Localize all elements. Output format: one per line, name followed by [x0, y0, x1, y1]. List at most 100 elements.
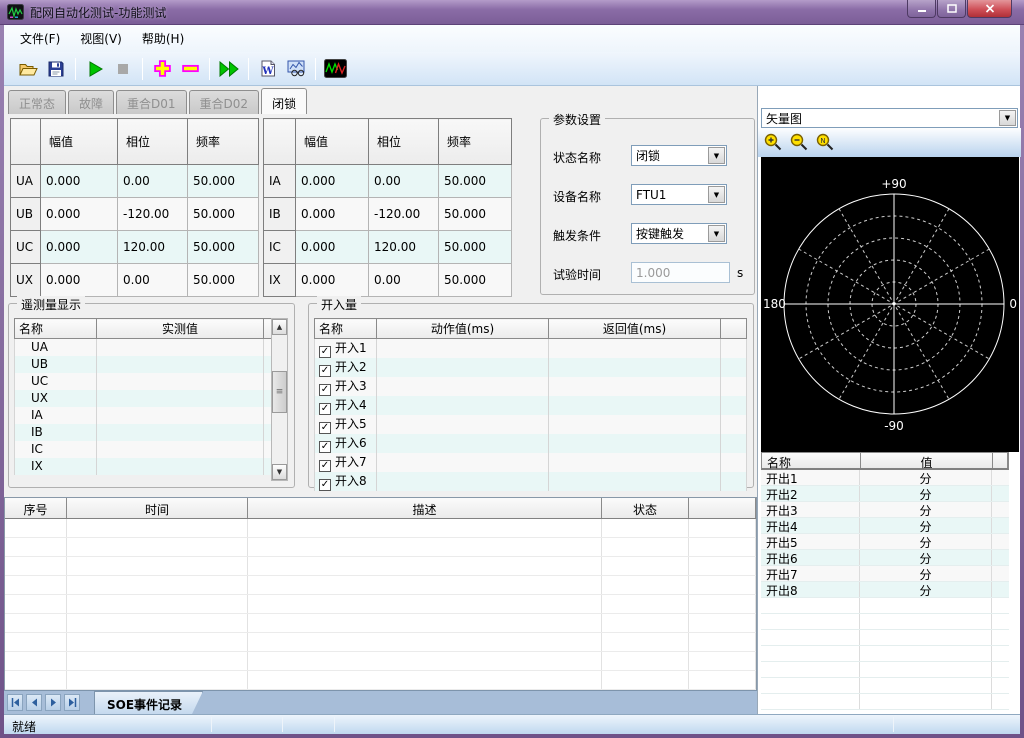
- scrollbar-thumb[interactable]: ≡: [272, 371, 287, 413]
- cell-frequency[interactable]: 50.000: [439, 165, 512, 198]
- cell-frequency[interactable]: 50.000: [188, 231, 259, 264]
- cell-frequency[interactable]: 50.000: [439, 198, 512, 231]
- tab-fault[interactable]: 故障: [68, 90, 114, 114]
- chevron-down-icon[interactable]: ▼: [999, 110, 1016, 126]
- current-table: 幅值 相位 频率 IA 0.000 0.00 50.000 IB 0.000 -…: [263, 118, 512, 297]
- cell-phase[interactable]: -120.00: [369, 198, 439, 231]
- report-preview-button[interactable]: [282, 56, 310, 82]
- close-button[interactable]: [967, 0, 1012, 18]
- cell-phase[interactable]: 120.00: [118, 231, 188, 264]
- toolbar-separator: [142, 58, 143, 80]
- return-value: [549, 377, 721, 396]
- corner-cell: [264, 119, 296, 165]
- menu-help[interactable]: 帮助(H): [132, 26, 194, 51]
- zoom-reset-icon[interactable]: N: [816, 133, 835, 152]
- chevron-down-icon[interactable]: ▼: [708, 147, 725, 164]
- checkbox-checked-icon[interactable]: ✓: [319, 460, 331, 472]
- list-item: ✓开入3: [315, 377, 747, 396]
- add-button[interactable]: [148, 56, 176, 82]
- chevron-down-icon[interactable]: ▼: [708, 225, 725, 242]
- view-selector-combo[interactable]: 矢量图 ▼: [761, 108, 1018, 128]
- checkbox-checked-icon[interactable]: ✓: [319, 384, 331, 396]
- return-value: [549, 415, 721, 434]
- trigger-condition-combo[interactable]: 按键触发 ▼: [631, 223, 727, 244]
- start-test-button[interactable]: [81, 56, 109, 82]
- tab-soe-event-log[interactable]: SOE事件记录: [94, 691, 203, 714]
- list-item: IA: [15, 407, 273, 424]
- measured-value: [97, 373, 264, 390]
- minimize-button[interactable]: [907, 0, 936, 18]
- polar-chart: +90 -90 180 0: [761, 157, 1019, 452]
- chevron-down-icon[interactable]: ▼: [708, 186, 725, 203]
- cell-amplitude[interactable]: 0.000: [296, 165, 369, 198]
- run-all-button[interactable]: [215, 56, 243, 82]
- telemetry-scrollbar[interactable]: ▲ ≡ ▼: [271, 318, 288, 481]
- cell-amplitude[interactable]: 0.000: [41, 165, 118, 198]
- cell-amplitude[interactable]: 0.000: [296, 198, 369, 231]
- state-name-combo[interactable]: 闭锁 ▼: [631, 145, 727, 166]
- scroll-down-icon[interactable]: ▼: [272, 464, 287, 480]
- last-page-button[interactable]: [64, 694, 80, 711]
- cell-frequency[interactable]: 50.000: [439, 231, 512, 264]
- cell-phase[interactable]: 120.00: [369, 231, 439, 264]
- device-name-combo[interactable]: FTU1 ▼: [631, 184, 727, 205]
- table-row: UC 0.000 120.00 50.000: [11, 231, 259, 264]
- first-page-button[interactable]: [7, 694, 23, 711]
- save-button[interactable]: [42, 56, 70, 82]
- maximize-button[interactable]: [937, 0, 966, 18]
- cell-frequency[interactable]: 50.000: [188, 165, 259, 198]
- measured-value: [97, 339, 264, 356]
- cell-amplitude[interactable]: 0.000: [41, 264, 118, 297]
- cell-phase[interactable]: 0.00: [118, 165, 188, 198]
- cell-frequency[interactable]: 50.000: [439, 264, 512, 297]
- checkbox-checked-icon[interactable]: ✓: [319, 441, 331, 453]
- scroll-up-icon[interactable]: ▲: [272, 319, 287, 335]
- next-page-button[interactable]: [45, 694, 61, 711]
- cell-phase[interactable]: -120.00: [118, 198, 188, 231]
- test-time-input[interactable]: [631, 262, 730, 283]
- col-measured-value: 实测值: [97, 319, 264, 339]
- menu-file[interactable]: 文件(F): [10, 26, 70, 51]
- status-ready-text: 就绪: [12, 718, 36, 735]
- cell-amplitude[interactable]: 0.000: [41, 198, 118, 231]
- stop-test-button[interactable]: [109, 56, 137, 82]
- cell-frequency[interactable]: 50.000: [188, 198, 259, 231]
- checkbox-checked-icon[interactable]: ✓: [319, 403, 331, 415]
- col-time: 时间: [67, 498, 248, 518]
- zoom-in-icon[interactable]: [764, 133, 783, 152]
- checkbox-checked-icon[interactable]: ✓: [319, 422, 331, 434]
- cell-amplitude[interactable]: 0.000: [41, 231, 118, 264]
- voltage-table: 幅值 相位 频率 UA 0.000 0.00 50.000 UB 0.000 -…: [10, 118, 259, 297]
- word-report-button[interactable]: W: [254, 56, 282, 82]
- list-item: 开出6分: [761, 550, 1009, 566]
- empty-row: [761, 646, 1009, 662]
- minus-icon: [181, 59, 200, 78]
- cell-phase[interactable]: 0.00: [369, 264, 439, 297]
- cell-phase[interactable]: 0.00: [369, 165, 439, 198]
- statusbar-separator: [893, 717, 894, 732]
- svg-text:N: N: [820, 137, 825, 145]
- list-item: ✓开入4: [315, 396, 747, 415]
- cell-frequency[interactable]: 50.000: [188, 264, 259, 297]
- waveform-button[interactable]: [321, 56, 349, 82]
- cell-phase[interactable]: 0.00: [118, 264, 188, 297]
- cell-amplitude[interactable]: 0.000: [296, 231, 369, 264]
- empty-row: [761, 662, 1009, 678]
- polar-label-left: 180: [763, 297, 786, 311]
- tab-lockout[interactable]: 闭锁: [261, 88, 307, 114]
- open-button[interactable]: [14, 56, 42, 82]
- col-name: 名称: [762, 453, 861, 468]
- zoom-out-icon[interactable]: [790, 133, 809, 152]
- remove-button[interactable]: [176, 56, 204, 82]
- tab-reclose-d01[interactable]: 重合D01: [116, 90, 187, 114]
- list-item: UX: [15, 390, 273, 407]
- menu-view[interactable]: 视图(V): [70, 26, 132, 51]
- prev-page-button[interactable]: [26, 694, 42, 711]
- tab-normal-state[interactable]: 正常态: [8, 90, 66, 114]
- checkbox-checked-icon[interactable]: ✓: [319, 346, 331, 358]
- do-value: 分: [860, 566, 992, 581]
- checkbox-checked-icon[interactable]: ✓: [319, 479, 331, 491]
- tab-reclose-d02[interactable]: 重合D02: [189, 90, 260, 114]
- checkbox-checked-icon[interactable]: ✓: [319, 365, 331, 377]
- cell-amplitude[interactable]: 0.000: [296, 264, 369, 297]
